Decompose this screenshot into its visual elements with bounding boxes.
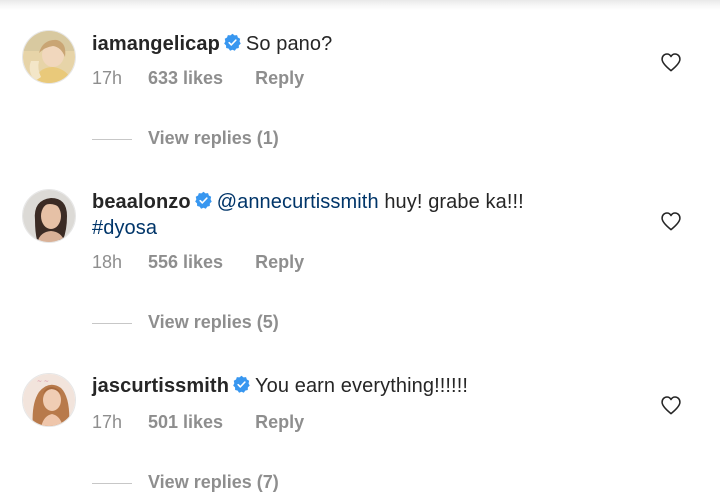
heart-outline-icon[interactable] <box>660 211 682 231</box>
mention-link[interactable]: @annecurtissmith <box>217 191 379 213</box>
likes-count[interactable]: 633 likes <box>148 68 223 89</box>
verified-badge-icon <box>224 33 241 51</box>
divider-line <box>92 138 132 140</box>
comment-meta: 17h 501 likes Reply <box>92 412 304 433</box>
divider-line <box>92 482 132 484</box>
reply-button[interactable]: Reply <box>255 68 304 89</box>
comment-body: So pano? <box>245 33 333 55</box>
comment-text: jascurtissmith You earn everything!!!!!! <box>92 373 562 399</box>
likes-count[interactable]: 556 likes <box>148 252 223 273</box>
view-replies-label: View replies (7) <box>148 472 279 492</box>
divider-line <box>92 322 132 324</box>
comment-meta: 17h 633 likes Reply <box>92 68 304 89</box>
comment-text: beaalonzo @annecurtissmith huy! grabe ka!… <box>92 189 562 241</box>
likes-count[interactable]: 501 likes <box>148 412 223 433</box>
hashtag-link[interactable]: #dyosa <box>92 217 157 239</box>
avatar[interactable] <box>22 189 76 243</box>
avatar[interactable]: ~ ~ <box>22 373 76 427</box>
svg-text:~ ~: ~ ~ <box>37 378 49 385</box>
comment-body: huy! grabe ka!!! <box>378 191 524 213</box>
view-replies-button[interactable]: View replies (1) <box>92 128 279 149</box>
comment-username[interactable]: jascurtissmith <box>92 375 229 397</box>
heart-outline-icon[interactable] <box>660 395 682 415</box>
view-replies-label: View replies (1) <box>148 128 279 148</box>
comment-username[interactable]: beaalonzo <box>92 191 191 213</box>
comment-username[interactable]: iamangelicap <box>92 33 220 55</box>
heart-outline-icon[interactable] <box>660 52 682 72</box>
reply-button[interactable]: Reply <box>255 412 304 433</box>
comment-time: 18h <box>92 252 123 272</box>
comment-text: iamangelicap So pano? <box>92 31 562 57</box>
comment-meta: 18h 556 likes Reply <box>92 252 304 273</box>
avatar[interactable] <box>22 30 76 84</box>
comment-body: You earn everything!!!!!! <box>255 375 469 397</box>
view-replies-button[interactable]: View replies (5) <box>92 312 279 333</box>
top-edge-shadow <box>0 0 720 10</box>
view-replies-label: View replies (5) <box>148 312 279 332</box>
reply-button[interactable]: Reply <box>255 252 304 273</box>
comment-time: 17h <box>92 412 123 432</box>
verified-badge-icon <box>194 191 212 209</box>
view-replies-button[interactable]: View replies (7) <box>92 472 279 493</box>
verified-badge-icon <box>233 375 250 393</box>
comment-time: 17h <box>92 68 123 88</box>
